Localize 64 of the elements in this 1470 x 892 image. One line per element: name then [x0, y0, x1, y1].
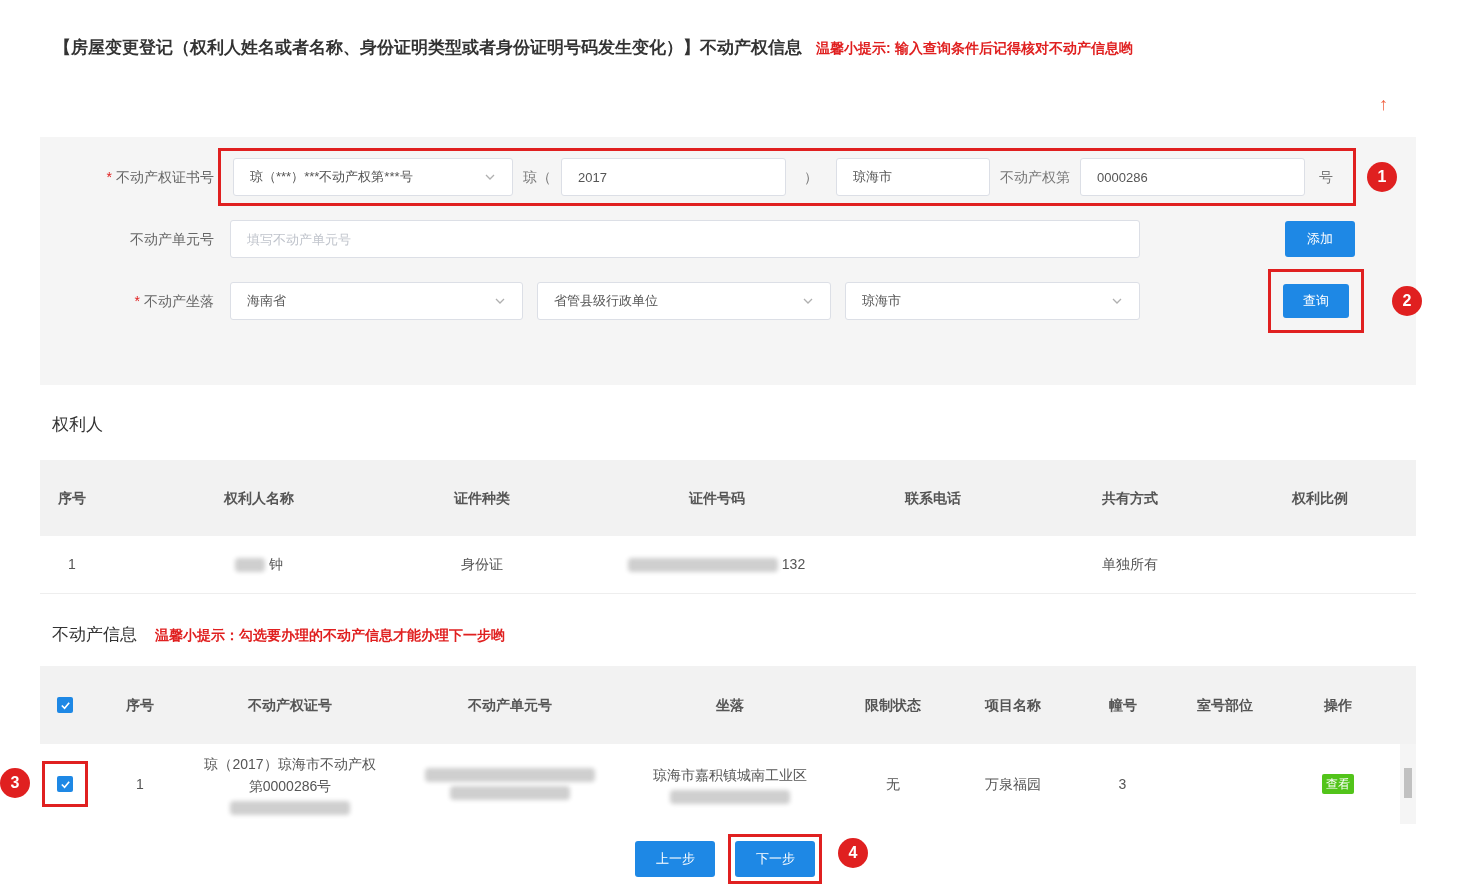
- table-cell-text: 琼（2017）琼海市不动产权第0000286号: [203, 755, 377, 796]
- hint-text: 温馨小提示：勾选要办理的不动产信息才能办理下一步哟: [155, 625, 505, 645]
- scrollbar[interactable]: [1400, 744, 1416, 824]
- column-header: 证件种类: [453, 488, 510, 508]
- column-header: 操作: [1323, 695, 1352, 715]
- column-header: 项目名称: [984, 695, 1041, 715]
- column-header: 共有方式: [1101, 488, 1158, 508]
- field-label: 不动产坐落: [144, 291, 214, 311]
- checkmark-icon: [59, 778, 71, 790]
- column-header: 权利比例: [1292, 488, 1348, 508]
- add-button[interactable]: 添加: [1285, 221, 1355, 257]
- step-number-badge: 3: [0, 768, 30, 798]
- table-cell-text: 单独所有: [1101, 555, 1158, 574]
- column-header: 室号部位: [1197, 695, 1253, 715]
- step-number-badge: 4: [838, 838, 868, 868]
- table-cell-text: 132: [781, 555, 806, 574]
- previous-step-button[interactable]: 上一步: [635, 841, 715, 877]
- required-mark: *: [134, 291, 140, 311]
- column-header: 联系电话: [905, 488, 961, 508]
- field-text: 号: [1318, 167, 1333, 187]
- table-cell-text: 钟: [269, 555, 283, 574]
- checkbox[interactable]: [57, 697, 73, 713]
- step-number-badge: 1: [1367, 162, 1397, 192]
- column-header: 坐落: [716, 695, 744, 715]
- table-cell-text: 身份证: [460, 555, 503, 574]
- field-text: 琼（: [523, 167, 551, 187]
- table-cell-text: 无: [884, 775, 901, 794]
- dropdown-select[interactable]: 琼（***）***不动产权第***号: [233, 158, 513, 196]
- column-header: 不动产单元号: [468, 695, 552, 715]
- input-field[interactable]: 填写不动产单元号: [230, 220, 1140, 258]
- table-cell-text: 1: [135, 775, 145, 794]
- table-cell-text: 1: [68, 555, 76, 574]
- column-header: 序号: [58, 488, 86, 508]
- next-step-button[interactable]: 下一步: [735, 841, 815, 877]
- page-title: 【房屋变更登记（权利人姓名或者名称、身份证明类型或者身份证明号码发生变化）】不动产权信息: [54, 37, 802, 59]
- checkbox[interactable]: [57, 776, 73, 792]
- column-header: 证件号码: [688, 488, 745, 508]
- dropdown-select[interactable]: 琼海市: [845, 282, 1140, 320]
- input-field[interactable]: 琼海市: [836, 158, 990, 196]
- input-field[interactable]: 2017: [561, 158, 786, 196]
- field-label: 不动产单元号: [130, 229, 214, 249]
- step-number-badge: 2: [1392, 286, 1422, 316]
- search-button[interactable]: 查询: [1283, 284, 1349, 318]
- required-mark: *: [106, 167, 112, 187]
- field-text: ）: [803, 167, 819, 187]
- scrollbar-thumb[interactable]: [1404, 768, 1412, 798]
- table-cell-text: 琼海市嘉积镇城南工业区: [652, 766, 808, 785]
- column-header: 序号: [126, 695, 154, 715]
- checkmark-icon: [59, 699, 71, 711]
- table-cell-text: 3: [1117, 775, 1128, 794]
- column-header: 不动产权证号: [248, 695, 332, 715]
- status-tag: 查看: [1321, 774, 1354, 794]
- dropdown-select[interactable]: 省管县级行政单位: [537, 282, 831, 320]
- column-header: 权利人名称: [224, 488, 294, 508]
- input-field[interactable]: 0000286: [1080, 158, 1305, 196]
- section-title: 不动产信息: [52, 624, 137, 647]
- column-header: 限制状态: [864, 695, 921, 715]
- field-text: 不动产权第: [1000, 167, 1070, 187]
- hint-text: 温馨小提示: 输入查询条件后记得核对不动产信息哟: [816, 39, 1133, 58]
- section-title: 权利人: [52, 414, 103, 437]
- dropdown-select[interactable]: 海南省: [230, 282, 523, 320]
- field-label: 不动产权证书号: [116, 167, 214, 187]
- table-cell-text: 万泉福园: [983, 775, 1042, 794]
- column-header: 幢号: [1108, 695, 1137, 715]
